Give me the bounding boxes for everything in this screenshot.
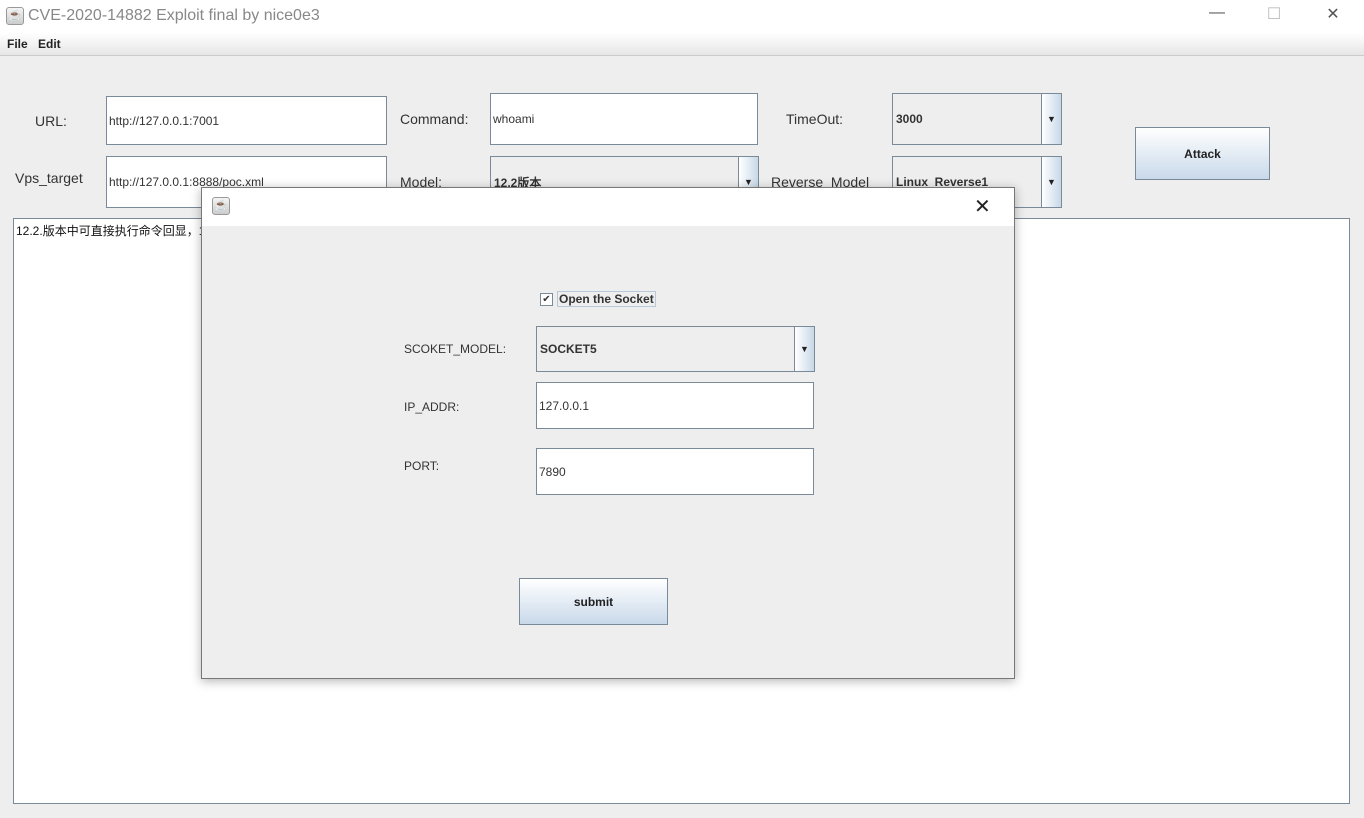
timeout-label: TimeOut: <box>786 111 844 127</box>
socket-dialog: ☕ ✕ ✔ Open the Socket SCOKET_MODEL: SOCK… <box>201 187 1015 679</box>
url-label: URL: <box>35 113 67 129</box>
socket-model-select[interactable]: SOCKET5 ▼ <box>536 326 815 372</box>
minimize-button[interactable]: — <box>1197 4 1237 22</box>
chevron-down-icon[interactable]: ▼ <box>1041 157 1061 207</box>
close-button[interactable]: ✕ <box>1313 4 1353 24</box>
java-icon: ☕ <box>212 197 230 215</box>
ip-addr-label: IP_ADDR: <box>404 400 460 414</box>
java-icon: ☕ <box>6 7 24 25</box>
attack-button[interactable]: Attack <box>1135 127 1270 180</box>
command-input[interactable]: whoami <box>490 93 758 145</box>
window-title: CVE-2020-14882 Exploit final by nice0e3 <box>28 7 320 24</box>
port-input[interactable]: 7890 <box>536 448 814 495</box>
socket-model-value: SOCKET5 <box>540 342 597 356</box>
menu-bar: File Edit <box>0 33 1364 56</box>
timeout-value: 3000 <box>896 112 923 126</box>
dialog-title-bar: ☕ ✕ <box>202 188 1014 226</box>
dialog-close-button[interactable]: ✕ <box>974 194 991 219</box>
maximize-button[interactable]: ☐ <box>1254 4 1294 24</box>
ip-addr-input[interactable]: 127.0.0.1 <box>536 382 814 429</box>
chevron-down-icon[interactable]: ▼ <box>794 327 814 371</box>
port-label: PORT: <box>404 459 440 473</box>
open-socket-label: Open the Socket <box>557 291 656 307</box>
submit-button[interactable]: submit <box>519 578 668 625</box>
url-input[interactable]: http://127.0.0.1:7001 <box>106 96 387 145</box>
command-label: Command: <box>400 111 469 127</box>
output-text: 12.2.版本中可直接执行命令回显，1 <box>16 224 206 238</box>
socket-model-label: SCOKET_MODEL: <box>404 342 507 356</box>
checkbox-checked-icon[interactable]: ✔ <box>540 292 553 306</box>
open-socket-checkbox[interactable]: ✔ Open the Socket <box>540 291 656 307</box>
menu-edit[interactable]: Edit <box>38 37 61 51</box>
chevron-down-icon[interactable]: ▼ <box>1041 94 1061 144</box>
menu-file[interactable]: File <box>7 37 28 51</box>
title-bar: ☕ CVE-2020-14882 Exploit final by nice0e… <box>0 0 1364 33</box>
vps-target-label: Vps_target <box>15 170 83 186</box>
timeout-select[interactable]: 3000 ▼ <box>892 93 1062 145</box>
